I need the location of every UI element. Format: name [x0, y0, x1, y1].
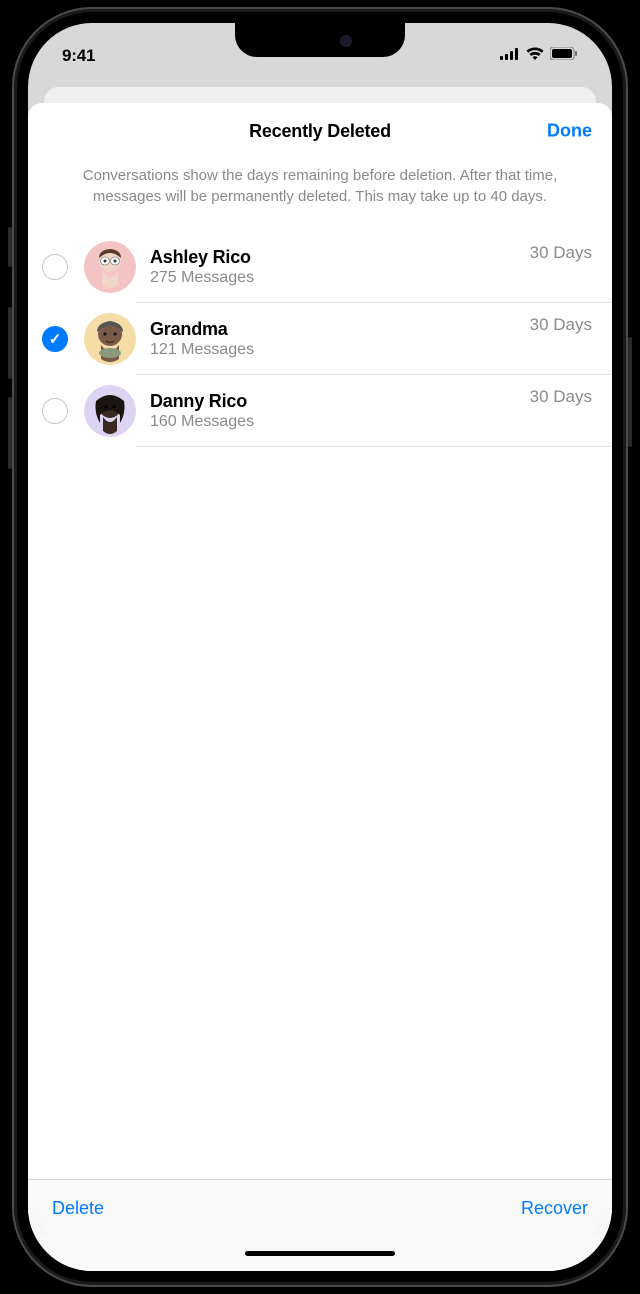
battery-icon — [550, 47, 578, 65]
row-text: Danny Rico 160 Messages — [150, 391, 530, 431]
contact-name: Grandma — [150, 319, 530, 340]
select-circle[interactable] — [42, 398, 68, 424]
row-text: Grandma 121 Messages — [150, 319, 530, 359]
power-button — [628, 337, 632, 447]
page-title: Recently Deleted — [249, 121, 391, 142]
row-text: Ashley Rico 275 Messages — [150, 247, 530, 287]
cellular-icon — [500, 47, 520, 65]
volume-down-button — [8, 397, 12, 469]
message-count: 121 Messages — [150, 341, 530, 359]
message-count: 160 Messages — [150, 413, 530, 431]
avatar — [84, 313, 136, 365]
contact-name: Ashley Rico — [150, 247, 530, 268]
message-count: 275 Messages — [150, 269, 530, 287]
sheet-header: Recently Deleted Done — [28, 103, 612, 159]
conversation-list: Ashley Rico 275 Messages 30 Days ✓ Grand… — [28, 231, 612, 1179]
notch — [235, 23, 405, 57]
select-circle[interactable]: ✓ — [42, 326, 68, 352]
done-button[interactable]: Done — [547, 121, 592, 142]
avatar — [84, 385, 136, 437]
delete-button[interactable]: Delete — [52, 1198, 104, 1219]
home-indicator[interactable] — [245, 1251, 395, 1256]
phone-frame: 9:41 Recently Deleted Done Conversations… — [12, 7, 628, 1287]
avatar — [84, 241, 136, 293]
days-remaining: 30 Days — [530, 385, 592, 407]
volume-up-button — [8, 307, 12, 379]
memoji-icon — [84, 313, 136, 365]
list-item[interactable]: ✓ Grandma 121 Messages 30 Days — [28, 303, 612, 375]
memoji-icon — [84, 385, 136, 437]
info-text: Conversations show the days remaining be… — [28, 159, 612, 231]
silent-switch — [8, 227, 12, 267]
screen: 9:41 Recently Deleted Done Conversations… — [28, 23, 612, 1271]
wifi-icon — [526, 47, 544, 65]
checkmark-icon: ✓ — [49, 330, 62, 348]
sheet: Recently Deleted Done Conversations show… — [28, 103, 612, 1271]
contact-name: Danny Rico — [150, 391, 530, 412]
status-icons — [500, 47, 578, 65]
recover-button[interactable]: Recover — [521, 1198, 588, 1219]
days-remaining: 30 Days — [530, 241, 592, 263]
select-circle[interactable] — [42, 254, 68, 280]
front-camera — [340, 35, 352, 47]
status-time: 9:41 — [62, 46, 95, 66]
list-item[interactable]: Ashley Rico 275 Messages 30 Days — [28, 231, 612, 303]
home-indicator-area — [28, 1237, 612, 1271]
memoji-icon — [84, 241, 136, 293]
list-item[interactable]: Danny Rico 160 Messages 30 Days — [28, 375, 612, 447]
days-remaining: 30 Days — [530, 313, 592, 335]
toolbar: Delete Recover — [28, 1179, 612, 1237]
